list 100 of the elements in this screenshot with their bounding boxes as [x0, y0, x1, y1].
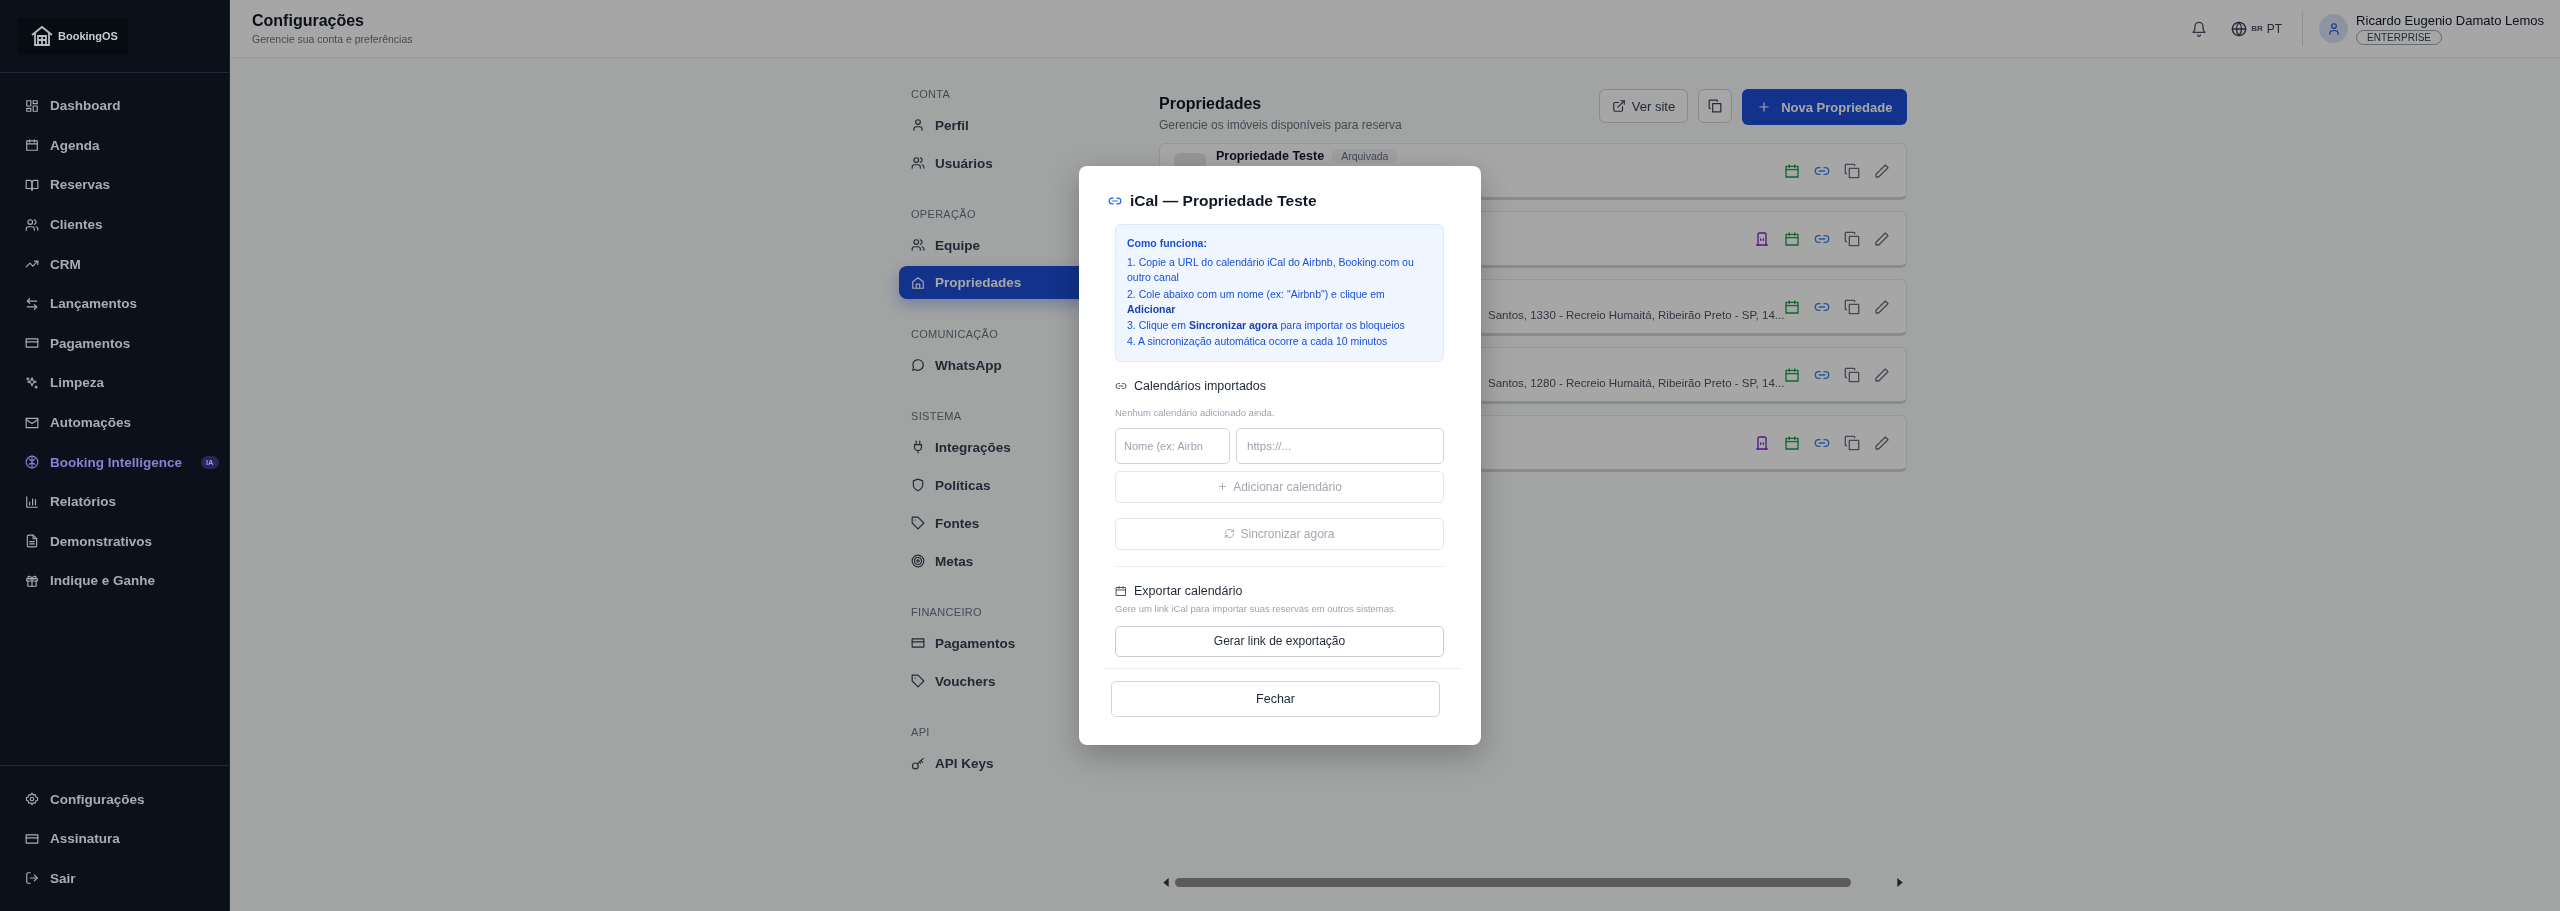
- section-heading: OPERAÇÃO: [910, 208, 976, 222]
- bar-chart-icon: [25, 494, 39, 509]
- sidebar-item[interactable]: Sair: [0, 858, 221, 898]
- calendar-icon: [1784, 230, 1801, 247]
- house-icon: [30, 24, 54, 48]
- sidebar-item[interactable]: Lançamentos: [0, 283, 221, 324]
- section-heading: SISTEMA: [910, 410, 962, 424]
- page-title: Configurações: [252, 12, 365, 30]
- user-icon: [2326, 21, 2341, 36]
- globe-icon: [2231, 20, 2248, 37]
- logout-icon: [25, 871, 39, 886]
- book-icon: [25, 178, 39, 192]
- section-subtitle: Gerencie os imóveis disponíveis para reserva: [1159, 118, 1402, 132]
- section-title: Propriedades: [1159, 94, 1263, 113]
- users-icon: [911, 238, 925, 252]
- sidebar-item[interactable]: Reservas: [0, 165, 221, 205]
- page-subtitle: Gerencie sua conta e preferências: [252, 33, 413, 45]
- info-heading: Como funciona:: [1127, 236, 1208, 251]
- copy-icon: [1844, 434, 1861, 451]
- settings-nav-item[interactable]: API Keys: [899, 744, 1135, 782]
- section-heading: API: [910, 726, 930, 740]
- name-input[interactable]: Nome (ex: Airbn: [1115, 427, 1230, 464]
- users-icon: [25, 217, 39, 232]
- new-property-button[interactable]: Nova Propriedade: [1742, 89, 1908, 125]
- section-title: Exportar calendário: [1134, 583, 1243, 598]
- chat-icon: [911, 358, 925, 372]
- property-address: Santos, 1330 - Recreio Humaitá, Ribeirão Preto - SP, 14...: [1488, 309, 1785, 321]
- sidebar-item[interactable]: Pagamentos: [0, 323, 221, 364]
- sidebar-item[interactable]: Limpeza: [0, 363, 221, 403]
- sidebar-item[interactable]: Automações: [0, 402, 221, 443]
- pencil-icon: [1874, 230, 1891, 247]
- scroll-right-icon[interactable]: [1897, 877, 1904, 887]
- sidebar-item[interactable]: Agenda: [0, 125, 221, 166]
- mail-icon: [25, 415, 39, 430]
- grid-icon: [25, 98, 39, 113]
- door-icon: [1754, 434, 1771, 451]
- tag-icon: [911, 516, 925, 530]
- card-icon: [911, 636, 925, 650]
- pencil-icon: [1874, 434, 1891, 451]
- settings-icon: [25, 792, 39, 806]
- pencil-icon: [1874, 162, 1891, 179]
- settings-nav-item[interactable]: Usuários: [899, 144, 1135, 182]
- card-icon: [25, 336, 39, 351]
- users-icon: [911, 156, 925, 170]
- calendar-icon: [1784, 366, 1801, 383]
- section-title: Calendários importados: [1134, 378, 1266, 393]
- language-button[interactable]: BR PT: [2227, 16, 2287, 41]
- document-icon: [25, 534, 39, 549]
- property-address: Santos, 1280 - Recreio Humaitá, Ribeirão Preto - SP, 14...: [1488, 377, 1785, 389]
- sidebar-item[interactable]: CRM: [0, 244, 221, 284]
- property-name: Propriedade Teste: [1216, 148, 1325, 163]
- arrows-icon: [25, 296, 39, 311]
- card-icon: [25, 831, 39, 846]
- calendar-icon: [25, 138, 39, 153]
- view-site-button[interactable]: Ver site: [1598, 89, 1689, 123]
- user-icon: [911, 118, 925, 132]
- url-input[interactable]: https://...: [1236, 427, 1444, 464]
- pencil-icon: [1874, 298, 1891, 315]
- calendar-icon: [1784, 298, 1801, 315]
- sidebar-item[interactable]: Relatórios: [0, 481, 221, 522]
- gift-icon: [25, 573, 39, 588]
- calendar-icon: [1784, 162, 1801, 179]
- copy-icon: [1844, 366, 1861, 383]
- copy-button[interactable]: [1698, 89, 1733, 123]
- user-name: Ricardo Eugenio Damato Lemos: [2356, 12, 2544, 28]
- close-button[interactable]: Fechar: [1111, 680, 1440, 717]
- plug-icon: [911, 440, 925, 454]
- external-link-icon: [1611, 99, 1626, 113]
- dialog-title: iCal — Propriedade Teste: [1130, 192, 1317, 210]
- sparkles-icon: [25, 375, 39, 390]
- tag-icon: [911, 674, 925, 688]
- copy-icon: [1844, 162, 1861, 179]
- settings-nav-item[interactable]: Perfil: [899, 106, 1135, 144]
- sidebar-item[interactable]: Assinatura: [0, 818, 221, 859]
- user-avatar[interactable]: [2319, 14, 2349, 43]
- shield-icon: [911, 478, 925, 492]
- sidebar-item[interactable]: Demonstrativos: [0, 521, 221, 562]
- calendar-icon: [1115, 584, 1127, 597]
- status-badge: Arquivada: [1332, 148, 1398, 163]
- export-description: Gere um link iCal para importar suas reservas em outros sistemas.: [1115, 602, 1398, 614]
- door-icon: [1754, 230, 1771, 247]
- key-icon: [911, 756, 925, 770]
- target-icon: [911, 554, 925, 568]
- sidebar-item[interactable]: Configurações: [0, 779, 221, 819]
- empty-message: Nenhum calendário adicionado ainda.: [1115, 406, 1276, 418]
- section-heading: CONTA: [910, 88, 951, 102]
- sidebar-item[interactable]: Clientes: [0, 204, 221, 245]
- copy-icon: [1844, 298, 1861, 315]
- export-link-button[interactable]: Gerar link de exportação: [1115, 625, 1444, 657]
- sidebar-item[interactable]: Dashboard: [0, 86, 221, 126]
- plus-icon: [1217, 481, 1229, 493]
- home-icon: [911, 275, 925, 290]
- section-heading: FINANCEIRO: [910, 606, 982, 620]
- copy-icon: [1708, 99, 1723, 113]
- app-logo[interactable]: BookingOS: [18, 17, 128, 55]
- refresh-icon: [1224, 528, 1236, 540]
- sidebar-item[interactable]: Indique e Ganhe: [0, 561, 221, 601]
- pencil-icon: [1874, 366, 1891, 383]
- scroll-left-icon[interactable]: [1163, 877, 1169, 887]
- section-heading: COMUNICAÇÃO: [910, 328, 999, 342]
